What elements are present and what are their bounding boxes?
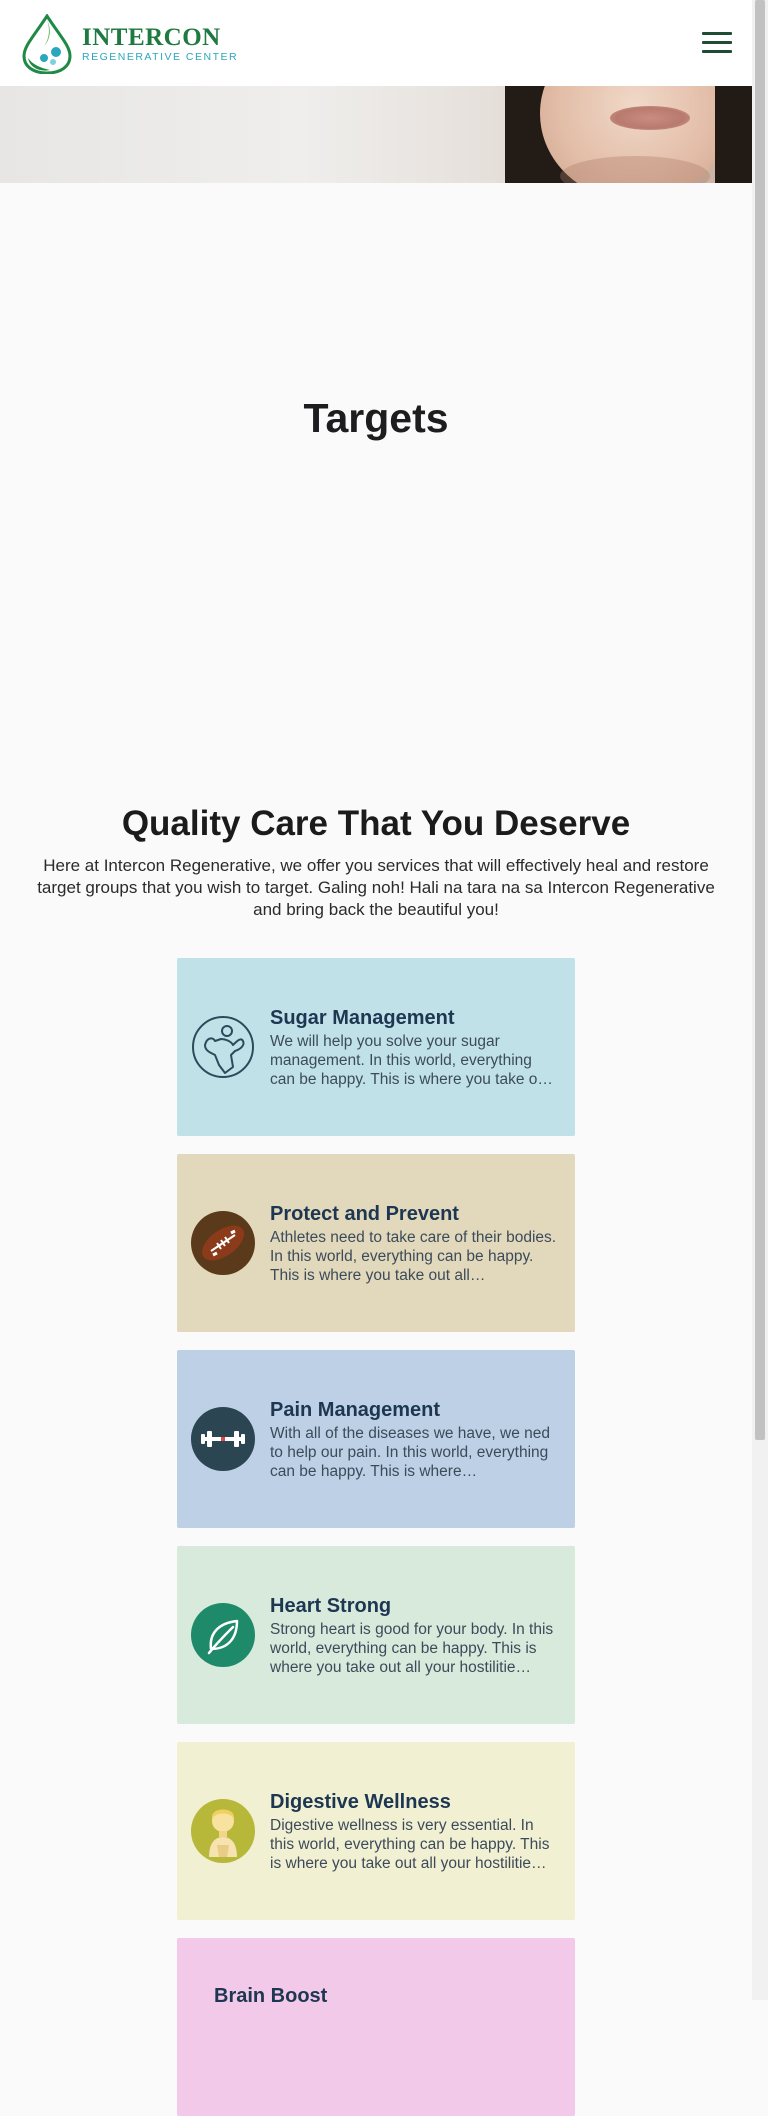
- football-icon: [191, 1211, 255, 1275]
- service-card-digestive-wellness[interactable]: Digestive Wellness Digestive wellness is…: [177, 1742, 575, 1920]
- scrollbar-thumb[interactable]: [755, 0, 765, 1440]
- hero-image: [0, 86, 752, 183]
- site-logo[interactable]: INTERCON REGENERATIVE CENTER: [20, 14, 238, 74]
- logo-drop-icon: [22, 14, 72, 74]
- brand-name: INTERCON: [82, 23, 221, 51]
- hamburger-menu-icon[interactable]: [702, 32, 732, 56]
- service-card-brain-boost[interactable]: Brain Boost: [177, 1938, 575, 2116]
- leaf-icon: [191, 1603, 255, 1667]
- site-header: INTERCON REGENERATIVE CENTER: [0, 0, 752, 87]
- service-card-pain-management[interactable]: Pain Management With all of the diseases…: [177, 1350, 575, 1528]
- service-card-heart-strong[interactable]: Heart Strong Strong heart is good for yo…: [177, 1546, 575, 1724]
- vertical-scrollbar[interactable]: [752, 0, 768, 2000]
- card-title: Digestive Wellness: [270, 1791, 451, 1813]
- card-title: Brain Boost: [214, 1985, 328, 2007]
- brand-tagline: REGENERATIVE CENTER: [82, 50, 239, 63]
- flexing-figure-icon: [191, 1015, 255, 1079]
- dumbbell-icon: [191, 1407, 255, 1471]
- section-intro: Here at Intercon Regenerative, we offer …: [37, 856, 715, 919]
- service-card-protect-and-prevent[interactable]: Protect and Prevent Athletes need to tak…: [177, 1154, 575, 1332]
- person-icon: [191, 1799, 255, 1863]
- card-description: Athletes need to take care of their bodi…: [270, 1229, 557, 1284]
- page: INTERCON REGENERATIVE CENTER Targets Qua…: [0, 0, 752, 2116]
- section-heading: Quality Care That You Deserve: [121, 804, 631, 843]
- card-title: Protect and Prevent: [270, 1203, 459, 1225]
- page-title: Targets: [303, 395, 449, 441]
- card-description: Strong heart is good for your body. In t…: [270, 1621, 554, 1676]
- card-description: We will help you solve your sugar manage…: [270, 1033, 553, 1088]
- card-title: Pain Management: [270, 1399, 441, 1421]
- card-description: With all of the diseases we have, we ned…: [270, 1425, 551, 1480]
- service-card-sugar-management[interactable]: Sugar Management We will help you solve …: [177, 958, 575, 1136]
- card-description: Digestive wellness is very essential. In…: [270, 1817, 550, 1872]
- card-title: Sugar Management: [270, 1007, 455, 1029]
- card-title: Heart Strong: [270, 1595, 392, 1617]
